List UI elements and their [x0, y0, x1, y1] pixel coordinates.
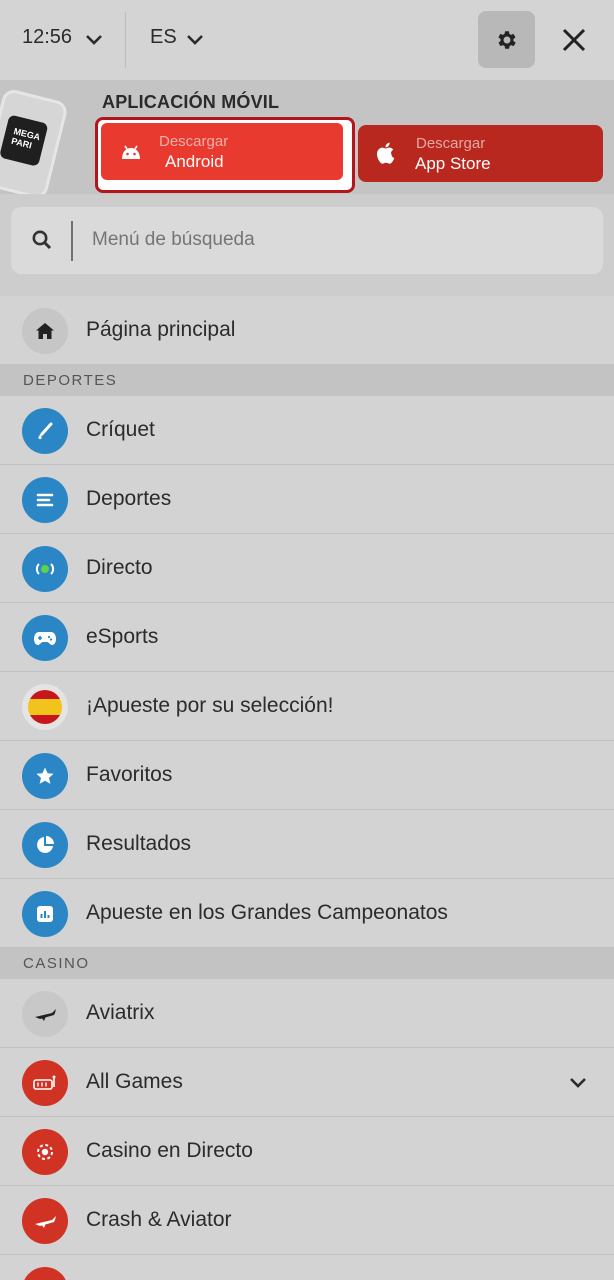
menu-item-esports[interactable]: eSports — [0, 603, 614, 672]
settings-button[interactable] — [478, 11, 535, 68]
chip-icon — [22, 1129, 68, 1175]
menu-item-label: Resultados — [86, 832, 192, 855]
menu-item-crash-aviator[interactable]: Crash & Aviator — [0, 1186, 614, 1255]
search-box[interactable] — [11, 207, 603, 274]
menu-item-label: Casino en Directo — [86, 1139, 253, 1162]
menu-item-live[interactable]: Directo — [0, 534, 614, 603]
menu-item-live-casino[interactable]: Casino en Directo — [0, 1117, 614, 1186]
menu-item-championships[interactable]: Apueste en los Grandes Campeonatos — [0, 879, 614, 948]
menu-item-label: Página principal — [86, 318, 236, 341]
language-selector[interactable]: ES — [150, 26, 177, 49]
phone-illustration: MEGA PARI — [0, 87, 70, 194]
chevron-down-icon[interactable] — [568, 1073, 588, 1093]
spain-flag-icon — [22, 684, 68, 730]
menu-item-all-games[interactable]: All Games — [0, 1048, 614, 1117]
close-icon — [562, 28, 586, 52]
divider — [125, 12, 126, 68]
mobile-app-banner: MEGA PARI APLICACIÓN MÓVIL Descargar And… — [0, 80, 614, 194]
top-bar: 12:56 ES — [0, 0, 614, 80]
menu-item-your-selection[interactable]: ¡Apueste por su selección! — [0, 672, 614, 741]
search-divider — [71, 221, 73, 261]
time-selector[interactable]: 12:56 — [22, 26, 72, 49]
android-download-highlight: Descargar Android — [95, 117, 355, 193]
menu-item-label: All Games — [86, 1070, 183, 1093]
pie-chart-icon — [22, 822, 68, 868]
chevron-down-icon[interactable] — [84, 30, 104, 50]
close-button[interactable] — [556, 22, 592, 58]
menu-item-icon — [22, 1267, 68, 1280]
slot-machine-icon — [22, 1060, 68, 1106]
plane-icon — [22, 1198, 68, 1244]
search-icon — [32, 230, 52, 250]
megapari-logo: MEGA PARI — [0, 114, 49, 167]
download-android-button[interactable]: Descargar Android — [101, 123, 343, 180]
gear-icon — [497, 30, 516, 49]
list-icon — [22, 477, 68, 523]
apple-icon — [376, 142, 395, 164]
menu-item-label: ¡Apueste por su selección! — [86, 694, 334, 717]
live-icon — [22, 546, 68, 592]
section-header-sports: DEPORTES — [0, 365, 614, 396]
menu-item-label: Apueste en los Grandes Campeonatos — [86, 901, 448, 924]
menu-item-label: Aviatrix — [86, 1001, 155, 1024]
menu-item-sports[interactable]: Deportes — [0, 465, 614, 534]
menu-item-aviatrix[interactable]: Aviatrix — [0, 979, 614, 1048]
star-icon — [22, 753, 68, 799]
menu-item-results[interactable]: Resultados — [0, 810, 614, 879]
menu-item-home[interactable]: Página principal — [0, 296, 614, 365]
menu-item-label: Críquet — [86, 418, 155, 441]
search-input[interactable] — [92, 229, 572, 251]
section-header-casino: CASINO — [0, 948, 614, 979]
navigation-menu: Página principal DEPORTES Críquet Deport… — [0, 296, 614, 1280]
download-appstore-button[interactable]: Descargar App Store — [358, 125, 603, 182]
menu-item-label: Directo — [86, 556, 153, 579]
menu-item-favorites[interactable]: Favoritos — [0, 741, 614, 810]
menu-item-cricket[interactable]: Críquet — [0, 396, 614, 465]
menu-item-label: Favoritos — [86, 763, 173, 786]
plane-icon — [22, 991, 68, 1037]
menu-item-label: Crash & Aviator — [86, 1208, 232, 1231]
home-icon — [22, 308, 68, 354]
menu-item-label: Deportes — [86, 487, 172, 510]
search-area — [0, 194, 614, 296]
chevron-down-icon[interactable] — [185, 30, 205, 50]
app-section-title: APLICACIÓN MÓVIL — [102, 92, 280, 112]
menu-item-partial[interactable] — [0, 1255, 614, 1280]
android-icon — [122, 145, 140, 159]
gamepad-icon — [22, 615, 68, 661]
cricket-icon — [22, 408, 68, 454]
menu-item-label: eSports — [86, 625, 159, 648]
bar-chart-icon — [22, 891, 68, 937]
